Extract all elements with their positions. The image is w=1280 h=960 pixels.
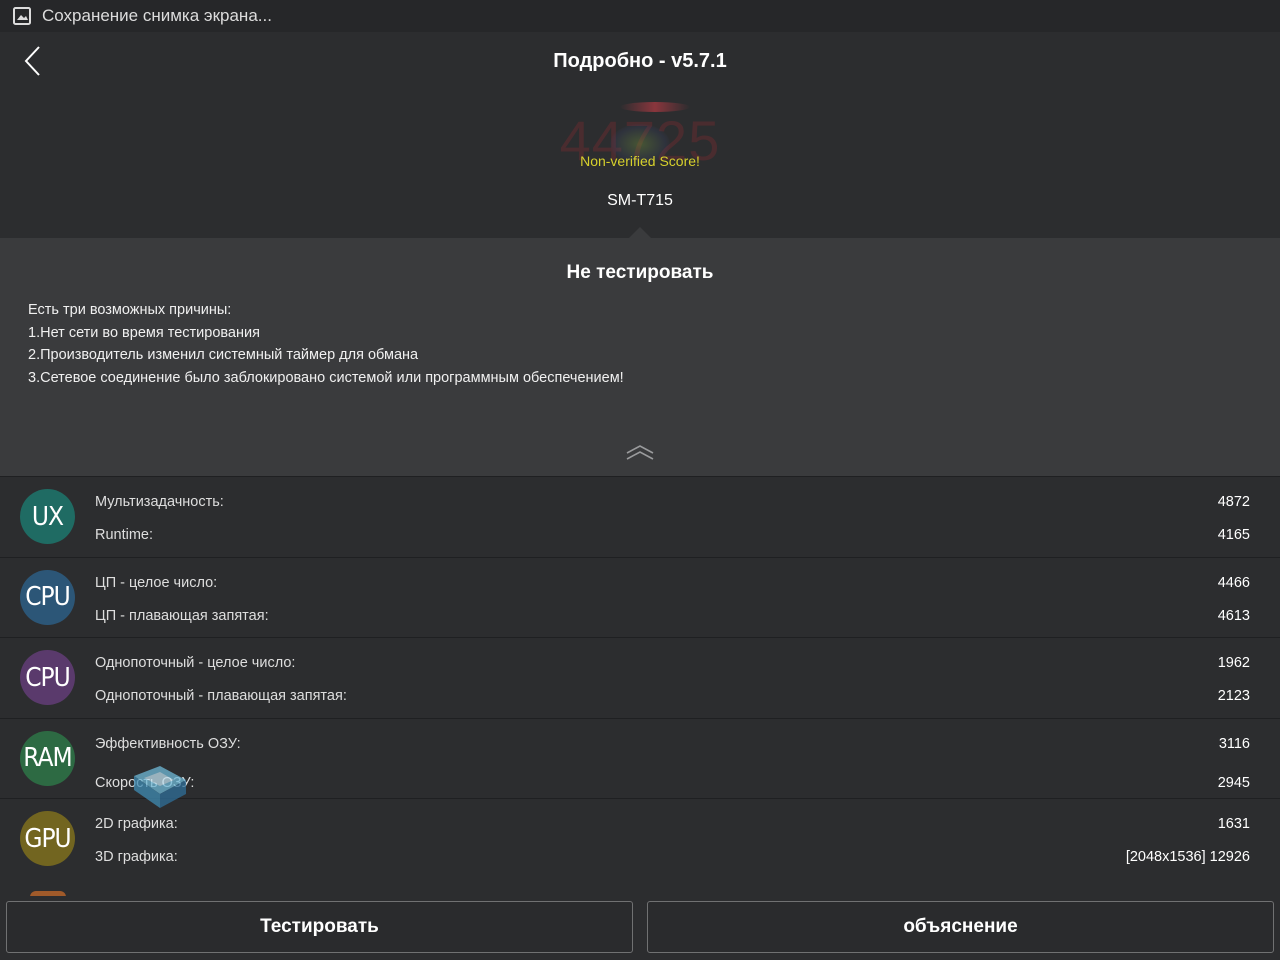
cpu-single-badge: CPU	[20, 650, 75, 706]
page-title: Подробно - v5.7.1	[553, 50, 727, 72]
gpu-badge: GPU	[20, 811, 75, 867]
status-bar: Сохранение снимка экрана...	[0, 0, 1280, 32]
score-display: 44725 Non-verified Score!	[540, 102, 740, 182]
ux-badge: UX	[20, 489, 75, 544]
result-row-ram[interactable]: RAM Эффективность ОЗУ: 3116 Скорость ОЗУ…	[0, 717, 1280, 799]
metric-label: ЦП - плавающая запятая:	[95, 607, 269, 624]
cpu-badge: CPU	[20, 569, 75, 625]
notice-line: Есть три возможных причины:	[28, 302, 232, 318]
result-row-ux[interactable]: UX Мультизадачность: 4872 Runtime: 4165	[0, 476, 1280, 557]
bottom-bar: Тестировать объяснение	[0, 896, 1280, 960]
watermark-logo	[134, 766, 186, 808]
metric-value: 4466	[1217, 574, 1250, 591]
results-list: UX Мультизадачность: 4872 Runtime: 4165 …	[0, 476, 1280, 896]
status-text: Сохранение снимка экрана...	[42, 6, 272, 25]
notice-panel: Не тестировать Есть три возможных причин…	[0, 227, 1280, 476]
metric-label: Эффективность ОЗУ:	[95, 735, 241, 752]
notice-text: Есть три возможных причины: 1.Нет сети в…	[28, 299, 624, 390]
score-note: Non-verified Score!	[580, 153, 700, 169]
metric-label: Однопоточный - плавающая запятая:	[95, 688, 347, 705]
metric-value: 4165	[1217, 527, 1250, 543]
metric-value: 2123	[1217, 688, 1250, 705]
explain-button[interactable]: объяснение	[647, 901, 1274, 953]
double-chevron-up-icon	[626, 445, 654, 460]
metric-label: Мультизадачность:	[95, 494, 224, 510]
notice-line: 3.Сетевое соединение было заблокировано …	[28, 370, 624, 387]
metric-value: [2048x1536] 12926	[1125, 849, 1250, 866]
notice-title: Не тестировать	[566, 262, 714, 283]
metric-label: Однопоточный - целое число:	[95, 655, 296, 672]
collapse-button[interactable]	[624, 442, 656, 462]
device-name: SM-T715	[607, 192, 673, 209]
metric-label: Runtime:	[95, 527, 154, 543]
result-row-cpu[interactable]: CPU ЦП - целое число: 4466 ЦП - плавающа…	[0, 556, 1280, 638]
metric-label: ЦП - целое число:	[95, 574, 218, 591]
metric-label: 3D графика:	[95, 849, 178, 866]
notice-line: 2.Производитель изменил системный таймер…	[28, 347, 419, 364]
metric-value: 4613	[1217, 607, 1250, 624]
result-row-single-thread[interactable]: CPU Однопоточный - целое число: 1962 Одн…	[0, 637, 1280, 718]
image-icon	[13, 7, 31, 25]
test-button[interactable]: Тестировать	[6, 901, 633, 953]
metric-value: 3116	[1218, 735, 1250, 752]
metric-value: 2945	[1217, 774, 1250, 791]
metric-label: 2D графика:	[95, 816, 178, 833]
metric-value: 1962	[1217, 655, 1250, 672]
ram-badge: RAM	[20, 730, 75, 786]
notice-line: 1.Нет сети во время тестирования	[28, 324, 260, 341]
metric-value: 1631	[1217, 816, 1250, 833]
header: Подробно - v5.7.1 44725 Non-verified Sco…	[0, 32, 1280, 238]
notice-pointer	[629, 227, 651, 238]
metric-value: 4872	[1217, 494, 1250, 510]
result-row-gpu[interactable]: GPU 2D графика: 1631 3D графика: [2048x1…	[0, 798, 1280, 879]
